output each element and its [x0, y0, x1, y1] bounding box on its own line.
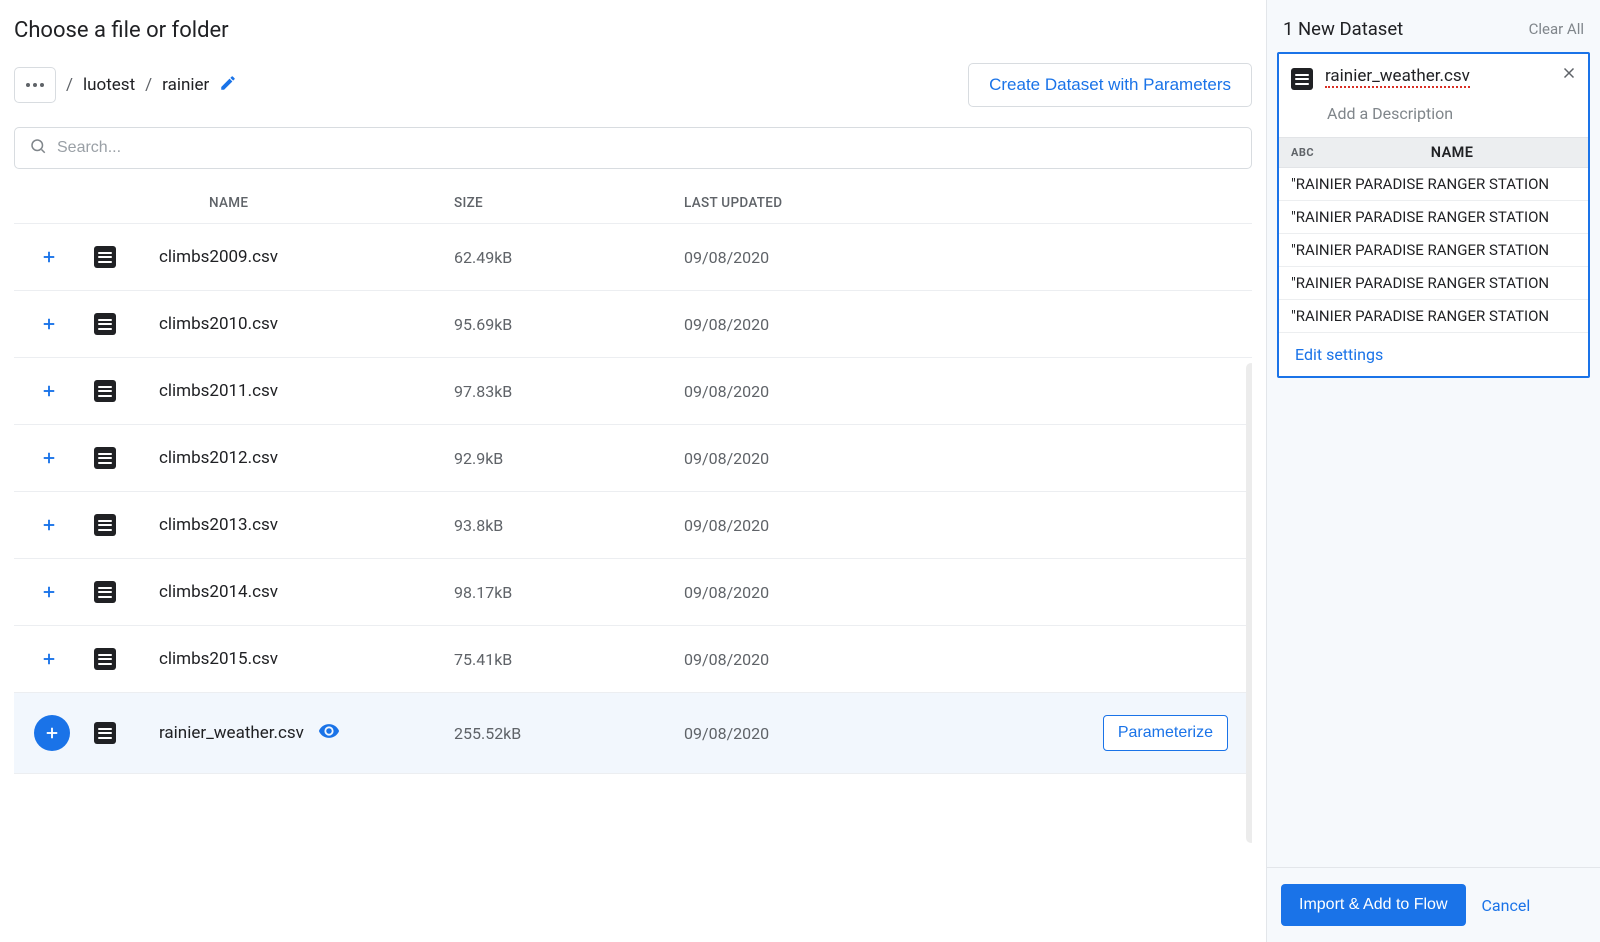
file-name: climbs2015.csv	[159, 649, 278, 669]
search-icon	[29, 137, 47, 159]
add-file-button[interactable]	[38, 581, 60, 603]
datatype-icon: ABC	[1291, 146, 1314, 159]
search-input[interactable]	[57, 139, 1237, 157]
file-size: 75.41kB	[454, 650, 684, 669]
column-header-updated[interactable]: LAST UPDATED	[684, 195, 1102, 211]
table-row[interactable]: climbs2010.csv 95.69kB09/08/2020	[14, 291, 1252, 358]
file-updated: 09/08/2020	[684, 449, 1102, 468]
dataset-name-input[interactable]: rainier_weather.csv	[1325, 66, 1470, 88]
main-panel: Choose a file or folder / luotest / rain…	[0, 0, 1266, 942]
file-icon	[94, 313, 116, 335]
right-panel-header: 1 New Dataset Clear All	[1267, 0, 1600, 52]
file-updated: 09/08/2020	[684, 315, 1102, 334]
file-icon	[94, 380, 116, 402]
toolbar: / luotest / rainier Create Dataset with …	[14, 63, 1252, 107]
preview-column-header: NAME	[1328, 144, 1576, 161]
breadcrumb-item[interactable]: rainier	[162, 75, 209, 95]
add-file-button[interactable]	[38, 514, 60, 536]
file-size: 255.52kB	[454, 724, 684, 743]
file-updated: 09/08/2020	[684, 724, 1102, 743]
table-row[interactable]: climbs2014.csv 98.17kB09/08/2020	[14, 559, 1252, 626]
file-updated: 09/08/2020	[684, 248, 1102, 267]
table-row[interactable]: climbs2012.csv 92.9kB09/08/2020	[14, 425, 1252, 492]
preview-row: "RAINIER PARADISE RANGER STATION	[1279, 234, 1588, 267]
parameterize-button[interactable]: Parameterize	[1103, 715, 1228, 751]
remove-file-button[interactable]	[34, 715, 70, 751]
file-name: climbs2013.csv	[159, 515, 278, 535]
file-updated: 09/08/2020	[684, 382, 1102, 401]
table-header-row: NAME SIZE LAST UPDATED	[14, 183, 1252, 224]
breadcrumb-separator: /	[66, 75, 73, 95]
column-header-name[interactable]: NAME	[159, 195, 454, 211]
file-size: 98.17kB	[454, 583, 684, 602]
table-row[interactable]: rainier_weather.csv 255.52kB09/08/2020Par…	[14, 693, 1252, 774]
right-panel-footer: Import & Add to Flow Cancel	[1267, 867, 1600, 942]
dataset-card: rainier_weather.csv Add a Description AB…	[1277, 52, 1590, 378]
more-icon	[26, 83, 44, 87]
preview-icon[interactable]	[318, 720, 340, 747]
file-name: climbs2014.csv	[159, 582, 278, 602]
page-title: Choose a file or folder	[14, 18, 1252, 43]
table-row[interactable]: climbs2011.csv 97.83kB09/08/2020	[14, 358, 1252, 425]
import-button[interactable]: Import & Add to Flow	[1281, 884, 1466, 926]
preview-row: "RAINIER PARADISE RANGER STATION	[1279, 300, 1588, 333]
file-updated: 09/08/2020	[684, 516, 1102, 535]
file-size: 95.69kB	[454, 315, 684, 334]
right-panel: 1 New Dataset Clear All rainier_weather.…	[1266, 0, 1600, 942]
search-box[interactable]	[14, 127, 1252, 169]
scrollbar[interactable]	[1246, 363, 1252, 843]
file-icon	[94, 722, 116, 744]
table-row[interactable]: climbs2015.csv 75.41kB09/08/2020	[14, 626, 1252, 693]
file-icon	[94, 648, 116, 670]
clear-all-link[interactable]: Clear All	[1529, 20, 1584, 38]
file-icon	[1291, 68, 1313, 90]
file-size: 92.9kB	[454, 449, 684, 468]
table-row[interactable]: climbs2009.csv 62.49kB09/08/2020	[14, 224, 1252, 291]
file-updated: 09/08/2020	[684, 583, 1102, 602]
edit-settings-link[interactable]: Edit settings	[1279, 333, 1588, 376]
file-name: climbs2011.csv	[159, 381, 278, 401]
file-size: 62.49kB	[454, 248, 684, 267]
file-name: climbs2009.csv	[159, 247, 278, 267]
create-dataset-button[interactable]: Create Dataset with Parameters	[968, 63, 1252, 107]
column-header-size[interactable]: SIZE	[454, 195, 684, 211]
add-file-button[interactable]	[38, 313, 60, 335]
file-size: 97.83kB	[454, 382, 684, 401]
breadcrumb-separator: /	[145, 75, 152, 95]
breadcrumb: / luotest / rainier	[66, 74, 237, 97]
preview-row: "RAINIER PARADISE RANGER STATION	[1279, 201, 1588, 234]
file-icon	[94, 447, 116, 469]
right-panel-title: 1 New Dataset	[1283, 18, 1403, 40]
close-icon[interactable]	[1560, 64, 1578, 86]
file-icon	[94, 581, 116, 603]
add-file-button[interactable]	[38, 380, 60, 402]
add-file-button[interactable]	[38, 648, 60, 670]
preview-row: "RAINIER PARADISE RANGER STATION	[1279, 168, 1588, 201]
breadcrumb-item[interactable]: luotest	[83, 75, 135, 95]
dataset-description-input[interactable]: Add a Description	[1279, 96, 1588, 137]
file-name: rainier_weather.csv	[159, 723, 304, 743]
file-name: climbs2010.csv	[159, 314, 278, 334]
table-row[interactable]: climbs2013.csv 93.8kB09/08/2020	[14, 492, 1252, 559]
edit-icon[interactable]	[219, 74, 237, 97]
file-icon	[94, 246, 116, 268]
file-table: NAME SIZE LAST UPDATED climbs2009.csv 62.…	[14, 183, 1252, 928]
file-icon	[94, 514, 116, 536]
preview-row: "RAINIER PARADISE RANGER STATION	[1279, 267, 1588, 300]
file-name: climbs2012.csv	[159, 448, 278, 468]
add-file-button[interactable]	[38, 246, 60, 268]
file-size: 93.8kB	[454, 516, 684, 535]
add-file-button[interactable]	[38, 447, 60, 469]
file-updated: 09/08/2020	[684, 650, 1102, 669]
cancel-link[interactable]: Cancel	[1482, 896, 1531, 915]
more-button[interactable]	[14, 67, 56, 103]
preview-header: ABC NAME	[1279, 137, 1588, 168]
